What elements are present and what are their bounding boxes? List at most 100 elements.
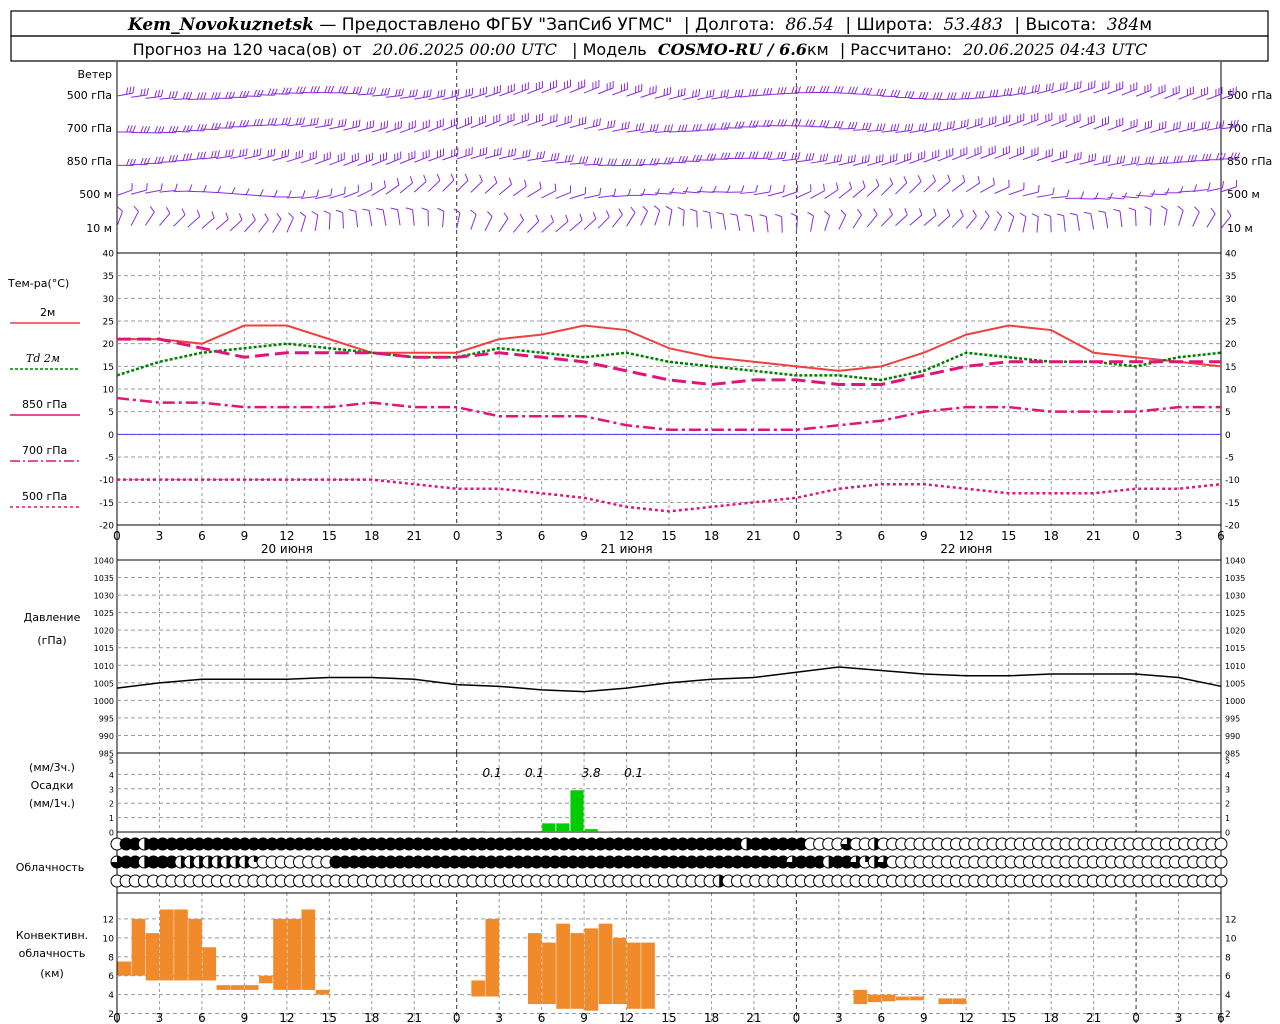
wind-barb-feather bbox=[656, 188, 660, 196]
wind-barb-feather bbox=[822, 120, 827, 127]
wind-barb-feather bbox=[862, 122, 866, 130]
wind-barb-feather bbox=[925, 91, 929, 99]
wind-barb-feather bbox=[624, 121, 627, 130]
wind-barb bbox=[611, 214, 623, 228]
wind-barb-feather bbox=[641, 122, 645, 130]
wind-barb-feather bbox=[185, 125, 190, 133]
ytick-right-conv: 4 bbox=[1225, 991, 1231, 1001]
wind-barb bbox=[159, 190, 176, 193]
wind-barb-feather bbox=[1123, 192, 1128, 200]
wind-barb bbox=[397, 209, 401, 226]
wind-barb-feather bbox=[1173, 155, 1177, 163]
wind-barb-feather bbox=[443, 89, 446, 97]
wind-barb-feather bbox=[409, 90, 412, 98]
wind-barb-feather bbox=[726, 185, 731, 193]
wind-barb-feather bbox=[126, 125, 130, 133]
wind-barb bbox=[852, 93, 870, 95]
wind-barb-feather bbox=[550, 153, 554, 161]
ytick-right-temp: -5 bbox=[1225, 454, 1234, 464]
wind-barb bbox=[187, 216, 201, 228]
wind-barb-feather bbox=[1201, 153, 1206, 161]
wind-barb-feather bbox=[370, 182, 373, 190]
wind-barb-feather bbox=[849, 181, 853, 189]
wind-barb-feather bbox=[316, 189, 320, 197]
wind-barb-feather bbox=[288, 190, 292, 198]
alt-unit: м bbox=[1139, 15, 1152, 35]
wind-barb bbox=[343, 159, 359, 166]
xtick-conv: 21 bbox=[746, 1011, 761, 1024]
ytick-temp: -5 bbox=[105, 454, 114, 464]
wind-barb bbox=[412, 209, 415, 226]
wind-barb bbox=[895, 182, 908, 195]
wind-barb-feather bbox=[157, 89, 161, 98]
wind-barb bbox=[965, 215, 977, 229]
ytick-right-temp: 5 bbox=[1225, 408, 1231, 418]
wind-barb bbox=[1036, 89, 1053, 95]
wind-barb-feather bbox=[310, 85, 314, 93]
wind-barb-feather bbox=[1020, 86, 1024, 94]
wind-barb-feather bbox=[200, 151, 203, 159]
wind-barb-feather bbox=[369, 120, 372, 129]
wind-barb bbox=[1107, 87, 1123, 95]
wind-barb-feather bbox=[327, 118, 330, 126]
wind-barb-feather bbox=[808, 153, 812, 161]
wind-barb-feather bbox=[324, 85, 328, 93]
xtick-conv: 9 bbox=[920, 1011, 928, 1024]
wind-barb bbox=[1036, 216, 1039, 233]
wind-barb-feather bbox=[203, 151, 207, 159]
wind-barb bbox=[371, 94, 388, 97]
xtick-conv: 0 bbox=[1132, 1011, 1140, 1024]
wind-barb bbox=[1036, 155, 1053, 162]
wind-barb-feather bbox=[763, 151, 767, 159]
wind-barb-feather bbox=[932, 92, 937, 100]
wind-barb-feather bbox=[335, 209, 343, 213]
wind-barb-feather bbox=[542, 151, 546, 159]
wind-barb-feather bbox=[868, 87, 873, 95]
wind-barb-feather bbox=[302, 117, 306, 125]
wind-barb-feather bbox=[276, 213, 282, 220]
ytick-temp: 25 bbox=[103, 318, 114, 328]
wind-barb-feather bbox=[245, 148, 248, 156]
wind-barb-feather bbox=[471, 87, 474, 95]
wind-barb bbox=[368, 210, 373, 227]
wind-barb bbox=[654, 210, 661, 226]
wind-barb-feather bbox=[903, 176, 908, 183]
wind-barb bbox=[286, 123, 303, 127]
wind-barb bbox=[640, 130, 657, 134]
xtick-temp: 6 bbox=[198, 529, 206, 543]
wind-barb bbox=[498, 184, 512, 195]
wind-barb-feather bbox=[698, 88, 701, 96]
wind-barb bbox=[782, 191, 798, 198]
wind-barb-feather bbox=[496, 148, 499, 156]
ytick-right-pressure: 1005 bbox=[1225, 679, 1245, 688]
wind-barb bbox=[824, 215, 831, 231]
wind-barb-feather bbox=[270, 149, 273, 157]
wind-barb bbox=[1192, 127, 1209, 132]
cloud-symbol bbox=[1214, 855, 1228, 869]
wind-barb-feather bbox=[918, 123, 921, 132]
wind-barb bbox=[499, 154, 515, 160]
wind-barb-feather bbox=[514, 148, 517, 156]
wind-barb bbox=[1008, 152, 1024, 160]
wind-barb-feather bbox=[380, 88, 384, 96]
wind-barb-feather bbox=[256, 148, 259, 157]
wind-barb-feather bbox=[935, 122, 938, 130]
wind-barb-feather bbox=[766, 151, 770, 159]
xtick-conv: 3 bbox=[835, 1011, 843, 1024]
wind-barb-feather bbox=[487, 211, 493, 217]
wind-barb-feather bbox=[281, 150, 284, 158]
calc-label: | Рассчитано: bbox=[840, 40, 952, 59]
xtick-temp: 0 bbox=[113, 529, 121, 543]
wind-barb-feather bbox=[741, 185, 745, 193]
wind-barb-feather bbox=[936, 92, 940, 100]
wind-barb bbox=[513, 186, 527, 197]
wind-barb-feather bbox=[748, 89, 752, 97]
wind-barb-feather bbox=[847, 155, 850, 163]
wind-barb-feather bbox=[596, 157, 600, 165]
wind-barb-feather bbox=[681, 156, 685, 163]
wind-barb-feather bbox=[896, 89, 901, 97]
wind-barb-feather bbox=[344, 186, 346, 194]
wind-barb-feather bbox=[380, 122, 383, 130]
wind-barb-feather bbox=[960, 120, 963, 128]
wind-barb-feather bbox=[825, 153, 829, 161]
